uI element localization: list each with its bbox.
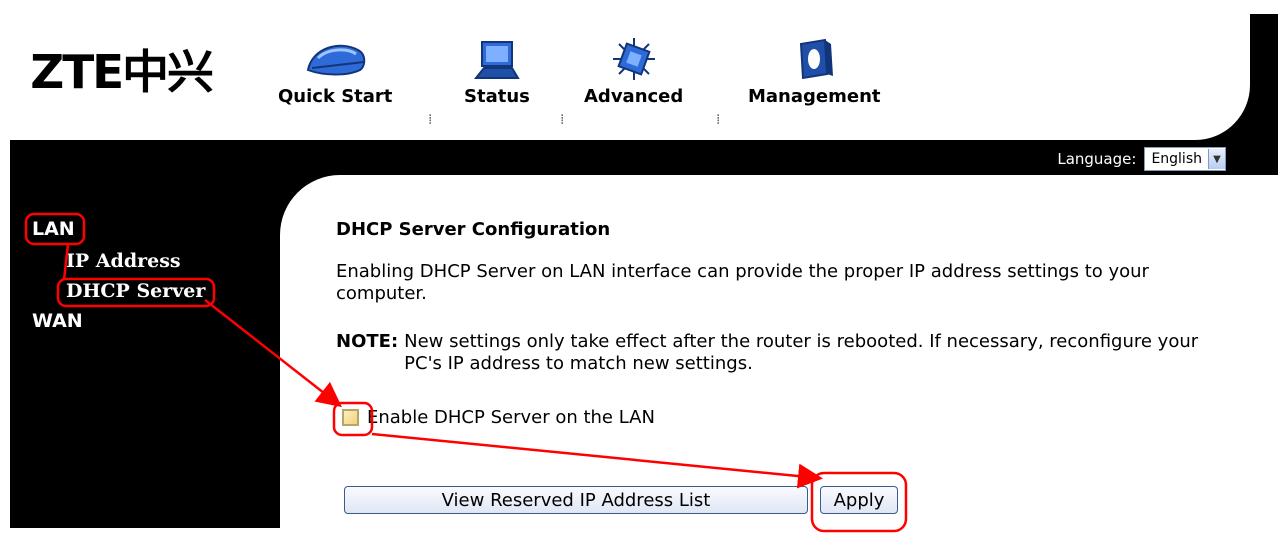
nav-separator: ⁞ — [560, 112, 565, 128]
nav-status[interactable]: Status — [464, 34, 530, 107]
sidebar-item-ip-address[interactable]: IP Address — [66, 250, 181, 272]
management-icon — [789, 34, 839, 82]
note-label: NOTE: — [336, 331, 399, 352]
sidebar-item-wan[interactable]: WAN — [32, 310, 83, 332]
enable-dhcp-option[interactable]: Enable DHCP Server on the LAN — [342, 407, 655, 428]
language-select[interactable]: English ▼ — [1144, 147, 1226, 171]
enable-dhcp-checkbox[interactable] — [342, 409, 359, 426]
nav-quick-start-label: Quick Start — [278, 86, 393, 107]
window-top-border — [0, 0, 1278, 14]
sidebar-item-lan[interactable]: LAN — [32, 218, 75, 240]
status-icon — [472, 34, 522, 82]
nav-separator: ⁞ — [716, 112, 721, 128]
zte-logo: ZTE中兴 — [30, 45, 214, 99]
header-panel: ZTE中兴 Quick Start ⁞ Status ⁞ Advanced ⁞ … — [10, 14, 1250, 140]
view-reserved-ip-button[interactable]: View Reserved IP Address List — [344, 486, 808, 514]
note-text: New settings only take effect after the … — [404, 331, 1199, 374]
nav-status-label: Status — [464, 86, 530, 107]
language-label: Language: — [1057, 150, 1137, 168]
page-description: Enabling DHCP Server on LAN interface ca… — [336, 261, 1149, 304]
nav-advanced[interactable]: Advanced — [584, 34, 683, 107]
nav-quick-start[interactable]: Quick Start — [278, 34, 392, 107]
sidebar-item-dhcp-server[interactable]: DHCP Server — [66, 280, 205, 302]
advanced-icon — [609, 34, 659, 82]
nav-management-label: Management — [748, 86, 881, 107]
nav-separator: ⁞ — [428, 112, 433, 128]
language-bar: Language: English ▼ — [1057, 147, 1226, 171]
enable-dhcp-label: Enable DHCP Server on the LAN — [367, 407, 655, 428]
language-value: English — [1151, 151, 1202, 167]
quick-start-icon — [300, 34, 370, 82]
header: ZTE中兴 Quick Start ⁞ Status ⁞ Advanced ⁞ … — [10, 14, 1278, 140]
nav-management[interactable]: Management — [748, 34, 881, 107]
apply-button[interactable]: Apply — [820, 486, 898, 514]
window-bottom-border — [0, 528, 1278, 534]
note: NOTE: New settings only take effect afte… — [336, 331, 1216, 375]
window-left-border — [0, 0, 10, 534]
page-title: DHCP Server Configuration — [336, 219, 611, 240]
nav-advanced-label: Advanced — [584, 86, 684, 107]
chevron-down-icon[interactable]: ▼ — [1208, 149, 1225, 169]
content-panel: DHCP Server Configuration Enabling DHCP … — [280, 175, 1278, 528]
